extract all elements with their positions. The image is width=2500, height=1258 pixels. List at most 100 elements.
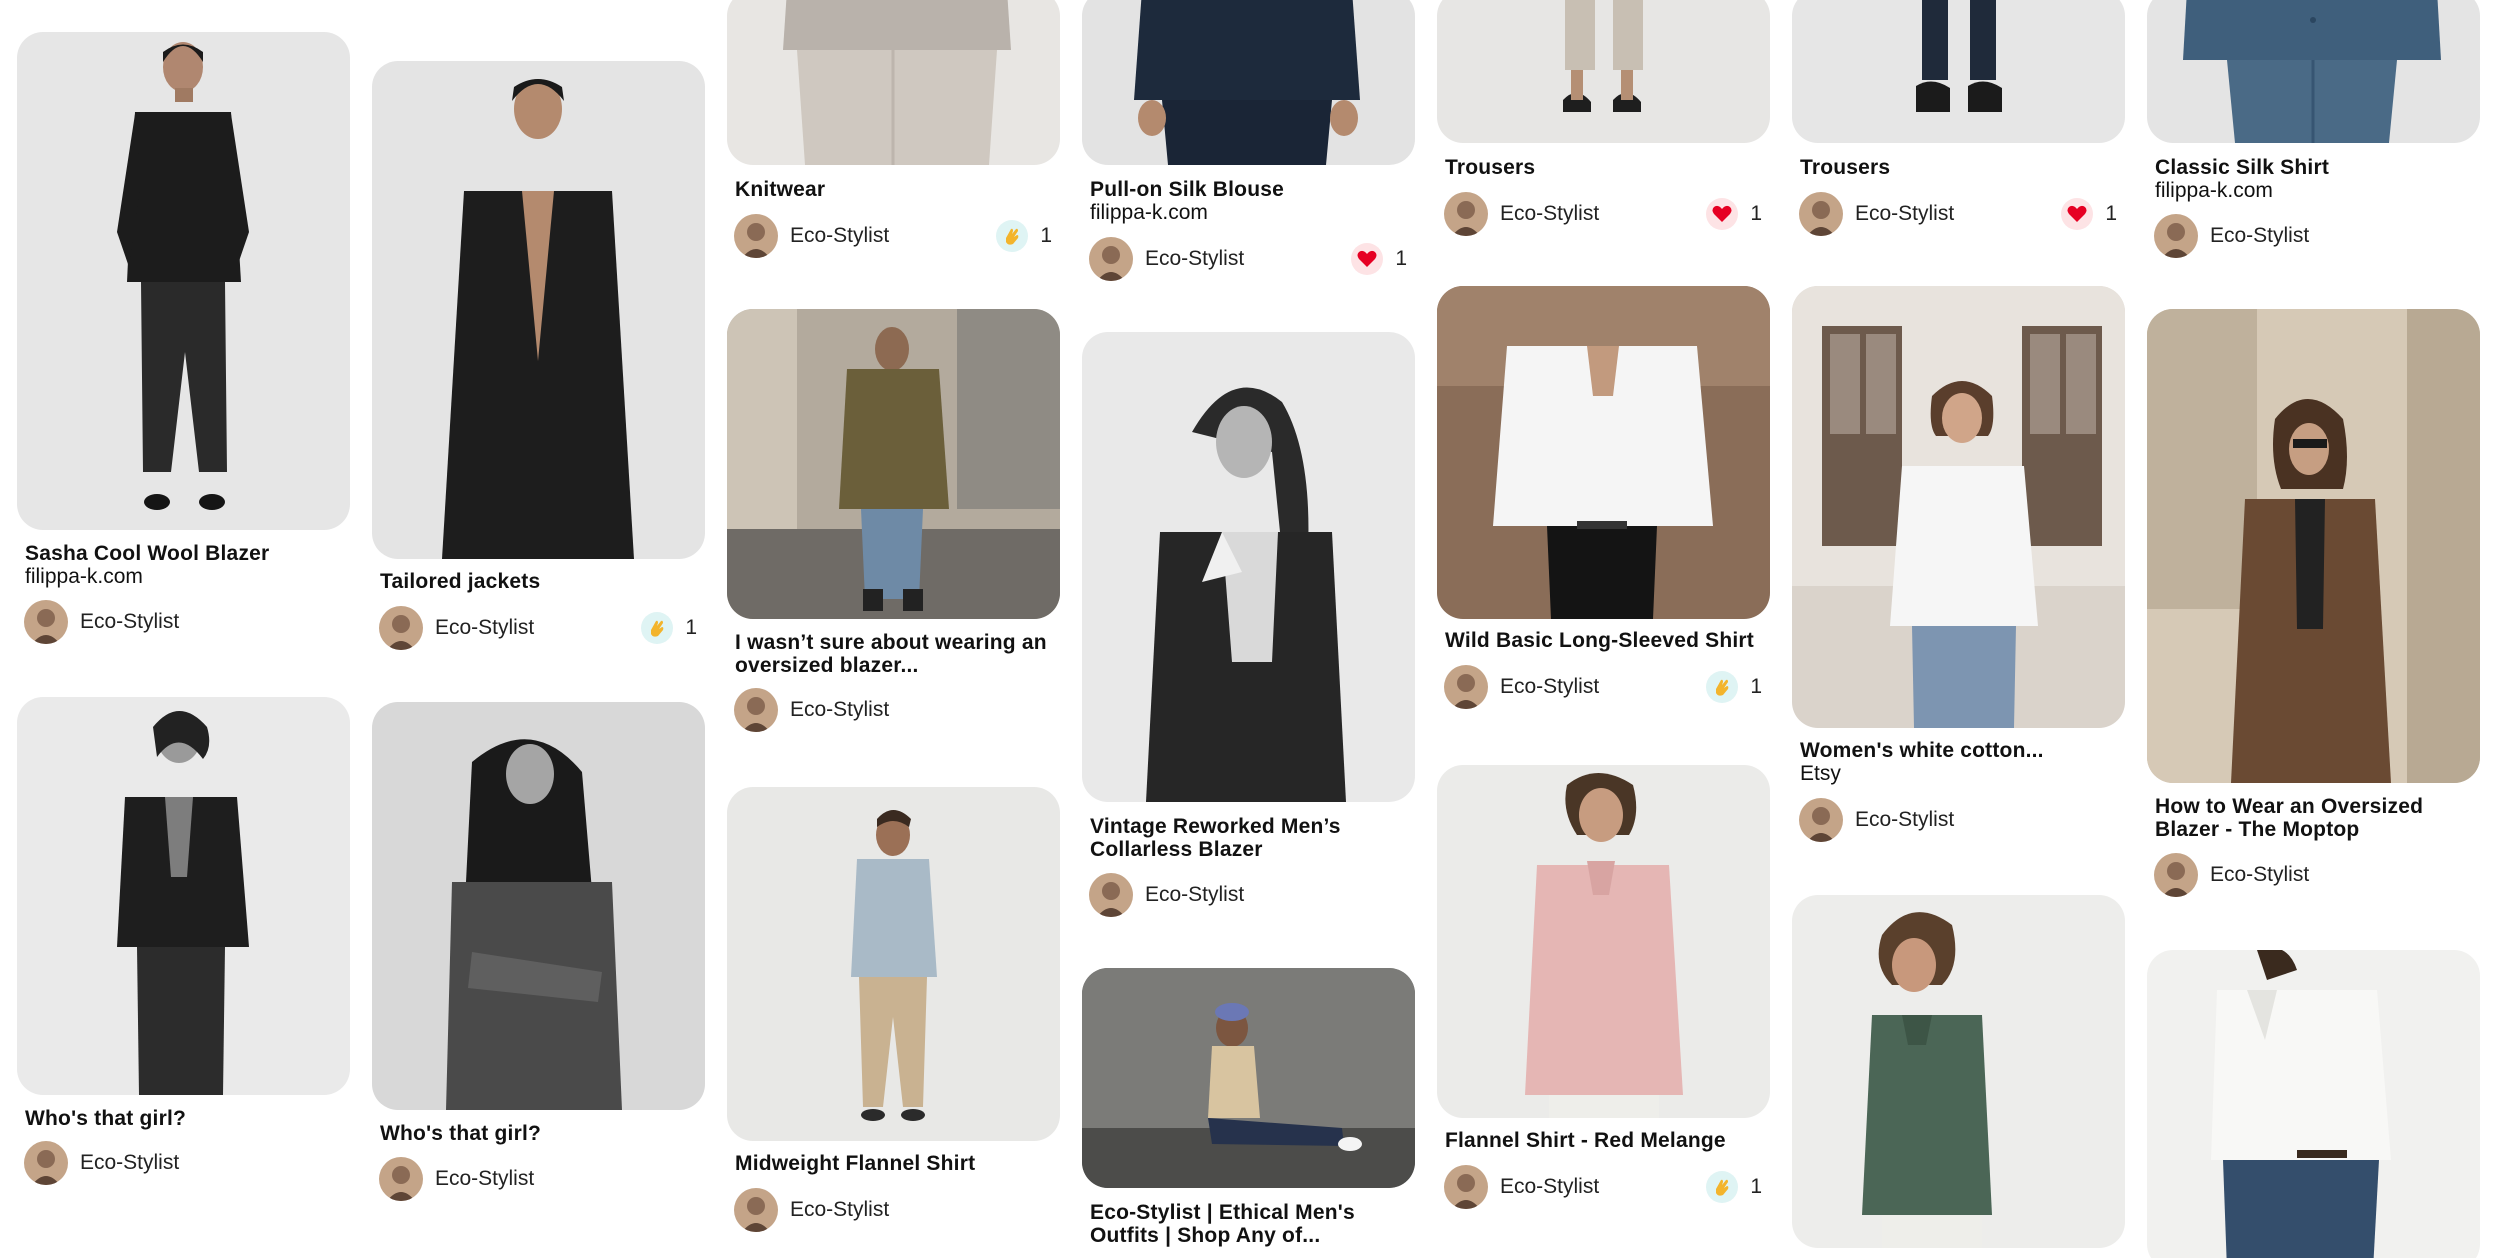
avatar[interactable] (1444, 665, 1488, 709)
pin-username[interactable]: Eco-Stylist (1145, 247, 1351, 271)
pin-image[interactable] (1792, 895, 2125, 1248)
reaction-count: 1 (1395, 247, 1407, 270)
avatar[interactable] (24, 600, 68, 644)
pin-domain[interactable]: filippa-k.com (25, 565, 143, 588)
pin-attribution: Eco-Stylist (734, 687, 1052, 733)
avatar[interactable] (379, 606, 423, 650)
avatar[interactable] (1089, 873, 1133, 917)
pin-title[interactable]: Knitwear (735, 178, 1053, 201)
reaction[interactable]: 1 (1706, 1171, 1762, 1203)
pin-title[interactable]: Eco-Stylist | Ethical Men's Outfits | Sh… (1090, 1201, 1408, 1247)
pin-username[interactable]: Eco-Stylist (2210, 224, 2472, 248)
pin-image[interactable] (1792, 0, 2125, 143)
pin-username[interactable]: Eco-Stylist (2210, 863, 2472, 887)
pin-username[interactable]: Eco-Stylist (790, 1198, 1052, 1222)
reaction[interactable]: 1 (1706, 198, 1762, 230)
pin-image[interactable] (17, 697, 350, 1095)
reaction-count: 1 (1750, 202, 1762, 225)
pin-username[interactable]: Eco-Stylist (1145, 883, 1407, 907)
avatar[interactable] (1444, 1165, 1488, 1209)
reaction[interactable]: 1 (1706, 671, 1762, 703)
pin-title[interactable]: Sasha Cool Wool Blazer (25, 542, 343, 565)
pin-username[interactable]: Eco-Stylist (80, 1151, 342, 1175)
pin-title[interactable]: Women's white cotton... (1800, 739, 2118, 762)
feed-column-7: Classic Silk Shirt filippa-k.com Eco-Sty… (2147, 0, 2480, 1258)
pin-attribution: Eco-Stylist 1 (1444, 191, 1762, 237)
clap-icon (641, 612, 674, 644)
feed-column-2: Tailored jackets Eco-Stylist 1 Who's tha… (372, 0, 705, 1258)
pin-image[interactable] (727, 787, 1060, 1141)
feed-column-4: Pull-on Silk Blouse filippa-k.com Eco-St… (1082, 0, 1415, 1258)
heart-icon (1351, 243, 1384, 275)
pin-domain[interactable]: Etsy (1800, 762, 1841, 785)
pin-title[interactable]: Tailored jackets (380, 570, 698, 593)
pin-attribution: Eco-Stylist (1089, 872, 1407, 918)
pin-attribution: Eco-Stylist (2154, 213, 2472, 259)
avatar[interactable] (734, 214, 778, 258)
pin-attribution: Eco-Stylist (379, 1156, 697, 1202)
pin-title[interactable]: Flannel Shirt - Red Melange (1445, 1129, 1763, 1152)
pin-title[interactable]: Pull-on Silk Blouse (1090, 178, 1408, 201)
pin-image[interactable] (2147, 309, 2480, 783)
pin-title[interactable]: I wasn’t sure about wearing an oversized… (735, 631, 1053, 677)
avatar[interactable] (1799, 798, 1843, 842)
avatar[interactable] (1444, 192, 1488, 236)
reaction[interactable]: 1 (2061, 198, 2117, 230)
pin-title[interactable]: Midweight Flannel Shirt (735, 1152, 1053, 1175)
pin-username[interactable]: Eco-Stylist (790, 698, 1052, 722)
pin-username[interactable]: Eco-Stylist (1855, 808, 2117, 832)
pin-username[interactable]: Eco-Stylist (1500, 675, 1706, 699)
pin-title[interactable]: Who's that girl? (380, 1122, 698, 1145)
pin-image[interactable] (372, 61, 705, 559)
pin-image[interactable] (1437, 765, 1770, 1118)
pin-title[interactable]: Wild Basic Long-Sleeved Shirt (1445, 629, 1763, 652)
pin-title[interactable]: Trousers (1445, 156, 1763, 179)
pin-domain[interactable]: filippa-k.com (2155, 179, 2273, 202)
pin-username[interactable]: Eco-Stylist (435, 616, 641, 640)
pin-image[interactable] (1082, 0, 1415, 165)
reaction-count: 1 (1750, 1175, 1762, 1198)
pin-attribution: Eco-Stylist 1 (734, 213, 1052, 259)
pin-username[interactable]: Eco-Stylist (1500, 202, 1706, 226)
pin-title[interactable]: Who's that girl? (25, 1107, 343, 1130)
avatar[interactable] (734, 1188, 778, 1232)
pin-username[interactable]: Eco-Stylist (80, 610, 342, 634)
pin-image[interactable] (1792, 286, 2125, 728)
pin-image[interactable] (1082, 968, 1415, 1188)
pin-username[interactable]: Eco-Stylist (435, 1167, 697, 1191)
reaction-count: 1 (1750, 675, 1762, 698)
avatar[interactable] (24, 1141, 68, 1185)
reaction[interactable]: 1 (996, 220, 1052, 252)
avatar[interactable] (734, 688, 778, 732)
pin-image[interactable] (727, 309, 1060, 619)
reaction[interactable]: 1 (1351, 243, 1407, 275)
clap-icon (1706, 671, 1739, 703)
pin-image[interactable] (1082, 332, 1415, 802)
clap-icon (1706, 1171, 1739, 1203)
heart-icon (2061, 198, 2094, 230)
pin-image[interactable] (727, 0, 1060, 165)
pin-domain[interactable]: filippa-k.com (1090, 201, 1208, 224)
pin-username[interactable]: Eco-Stylist (1500, 1175, 1706, 1199)
pin-attribution: Eco-Stylist (2154, 852, 2472, 898)
avatar[interactable] (2154, 853, 2198, 897)
pin-title[interactable]: How to Wear an Oversized Blazer - The Mo… (2155, 795, 2473, 841)
pin-username[interactable]: Eco-Stylist (790, 224, 996, 248)
avatar[interactable] (379, 1157, 423, 1201)
reaction-count: 1 (2105, 202, 2117, 225)
pin-image[interactable] (372, 702, 705, 1110)
reaction[interactable]: 1 (641, 612, 697, 644)
feed-column-1: Sasha Cool Wool Blazer filippa-k.com Eco… (17, 0, 350, 1258)
pin-image[interactable] (1437, 286, 1770, 619)
avatar[interactable] (1799, 192, 1843, 236)
avatar[interactable] (1089, 237, 1133, 281)
pin-image[interactable] (2147, 950, 2480, 1258)
pin-image[interactable] (2147, 0, 2480, 143)
pin-image[interactable] (1437, 0, 1770, 143)
pin-title[interactable]: Classic Silk Shirt (2155, 156, 2473, 179)
pin-image[interactable] (17, 32, 350, 530)
pin-username[interactable]: Eco-Stylist (1855, 202, 2061, 226)
avatar[interactable] (2154, 214, 2198, 258)
pin-title[interactable]: Trousers (1800, 156, 2118, 179)
pin-title[interactable]: Vintage Reworked Men’s Collarless Blazer (1090, 815, 1408, 861)
